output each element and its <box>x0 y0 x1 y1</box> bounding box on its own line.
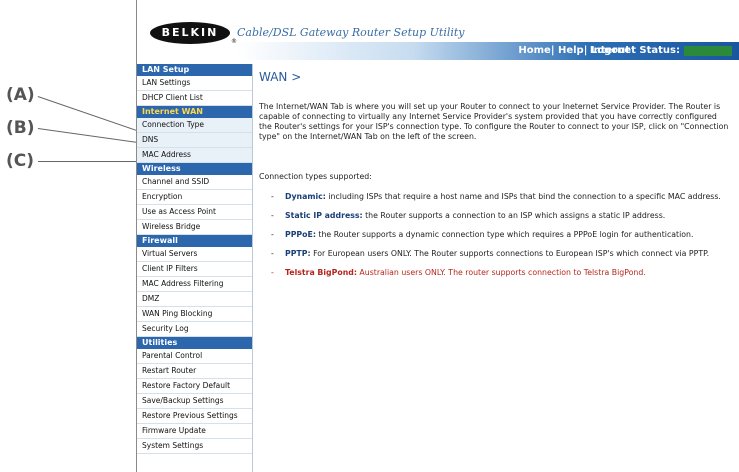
internet-status-label: Internet Status: <box>589 45 680 56</box>
sidebar-item-wan-ping-blocking[interactable]: WAN Ping Blocking <box>137 307 252 322</box>
sidebar-item-firmware-update[interactable]: Firmware Update <box>137 424 252 439</box>
type-name: Static IP address: <box>285 211 363 220</box>
main-content: WAN > The Internet/WAN Tab is where you … <box>259 64 734 472</box>
intro-paragraph: The Internet/WAN Tab is where you will s… <box>259 102 729 141</box>
sidebar-item-channel-ssid[interactable]: Channel and SSID <box>137 175 252 190</box>
sidebar-item-parental-control[interactable]: Parental Control <box>137 349 252 364</box>
sidebar-section-utilities[interactable]: Utilities <box>137 337 252 349</box>
type-desc: the Router supports a connection to an I… <box>362 211 666 220</box>
supported-label: Connection types supported: <box>259 172 372 181</box>
sidebar-item-save-backup[interactable]: Save/Backup Settings <box>137 394 252 409</box>
sidebar-item-restore-previous[interactable]: Restore Previous Settings <box>137 409 252 424</box>
sidebar-item-dmz[interactable]: DMZ <box>137 292 252 307</box>
list-item: - PPPoE: the Router supports a dynamic co… <box>271 230 694 239</box>
sidebar-item-access-point[interactable]: Use as Access Point <box>137 205 252 220</box>
sidebar-item-security-log[interactable]: Security Log <box>137 322 252 337</box>
page-title: WAN > <box>259 70 302 84</box>
sidebar-section-internet-wan[interactable]: Internet WAN <box>137 106 252 118</box>
sidebar-item-mac-address[interactable]: MAC Address <box>137 148 252 163</box>
list-item: - Static IP address: the Router supports … <box>271 211 666 220</box>
type-desc: For European users ONLY. The Router supp… <box>310 249 710 258</box>
top-nav-bar: Home| Help| Logout Internet Status: <box>237 42 739 60</box>
sidebar-item-dns[interactable]: DNS <box>137 133 252 148</box>
sidebar-section-firewall[interactable]: Firewall <box>137 235 252 247</box>
sidebar-item-virtual-servers[interactable]: Virtual Servers <box>137 247 252 262</box>
router-window: BELKIN ® Cable/DSL Gateway Router Setup … <box>136 0 739 472</box>
sidebar-section-wireless[interactable]: Wireless <box>137 163 252 175</box>
callout-a: (A) <box>6 85 35 105</box>
header: BELKIN ® Cable/DSL Gateway Router Setup … <box>137 0 739 62</box>
callout-b-line <box>37 128 139 144</box>
type-desc: the Router supports a dynamic connection… <box>315 230 694 239</box>
internet-status-indicator <box>684 46 732 56</box>
type-name: Telstra BigPond: <box>285 268 357 277</box>
callout-c: (C) <box>6 151 35 171</box>
callout-b: (B) <box>6 118 35 138</box>
sidebar-item-system-settings[interactable]: System Settings <box>137 439 252 454</box>
sidebar-item-restore-factory[interactable]: Restore Factory Default <box>137 379 252 394</box>
callout-c-line <box>38 161 138 162</box>
sidebar-item-dhcp-client-list[interactable]: DHCP Client List <box>137 91 252 106</box>
type-desc: Australian users ONLY. The router suppor… <box>356 268 646 277</box>
sidebar-item-restart-router[interactable]: Restart Router <box>137 364 252 379</box>
sidebar-item-connection-type[interactable]: Connection Type <box>137 118 252 133</box>
sidebar: LAN Setup LAN Settings DHCP Client List … <box>137 64 253 472</box>
connection-types-list: - Dynamic: including ISPs that require a … <box>259 192 729 287</box>
sidebar-section-lan-setup[interactable]: LAN Setup <box>137 64 252 76</box>
sidebar-item-client-ip-filters[interactable]: Client IP Filters <box>137 262 252 277</box>
sidebar-item-encryption[interactable]: Encryption <box>137 190 252 205</box>
type-desc: including ISPs that require a host name … <box>325 192 721 201</box>
sidebar-item-mac-filtering[interactable]: MAC Address Filtering <box>137 277 252 292</box>
app-title: Cable/DSL Gateway Router Setup Utility <box>237 26 465 39</box>
type-name: PPTP: <box>285 249 311 258</box>
sidebar-item-wireless-bridge[interactable]: Wireless Bridge <box>137 220 252 235</box>
type-name: PPPoE: <box>285 230 316 239</box>
list-item: - Telstra BigPond: Australian users ONLY.… <box>271 268 646 277</box>
list-item: - Dynamic: including ISPs that require a … <box>271 192 721 201</box>
belkin-logo: BELKIN <box>150 22 230 44</box>
list-item: - PPTP: For European users ONLY. The Rout… <box>271 249 710 258</box>
sidebar-item-lan-settings[interactable]: LAN Settings <box>137 76 252 91</box>
type-name: Dynamic: <box>285 192 326 201</box>
callout-a-line <box>37 96 137 131</box>
